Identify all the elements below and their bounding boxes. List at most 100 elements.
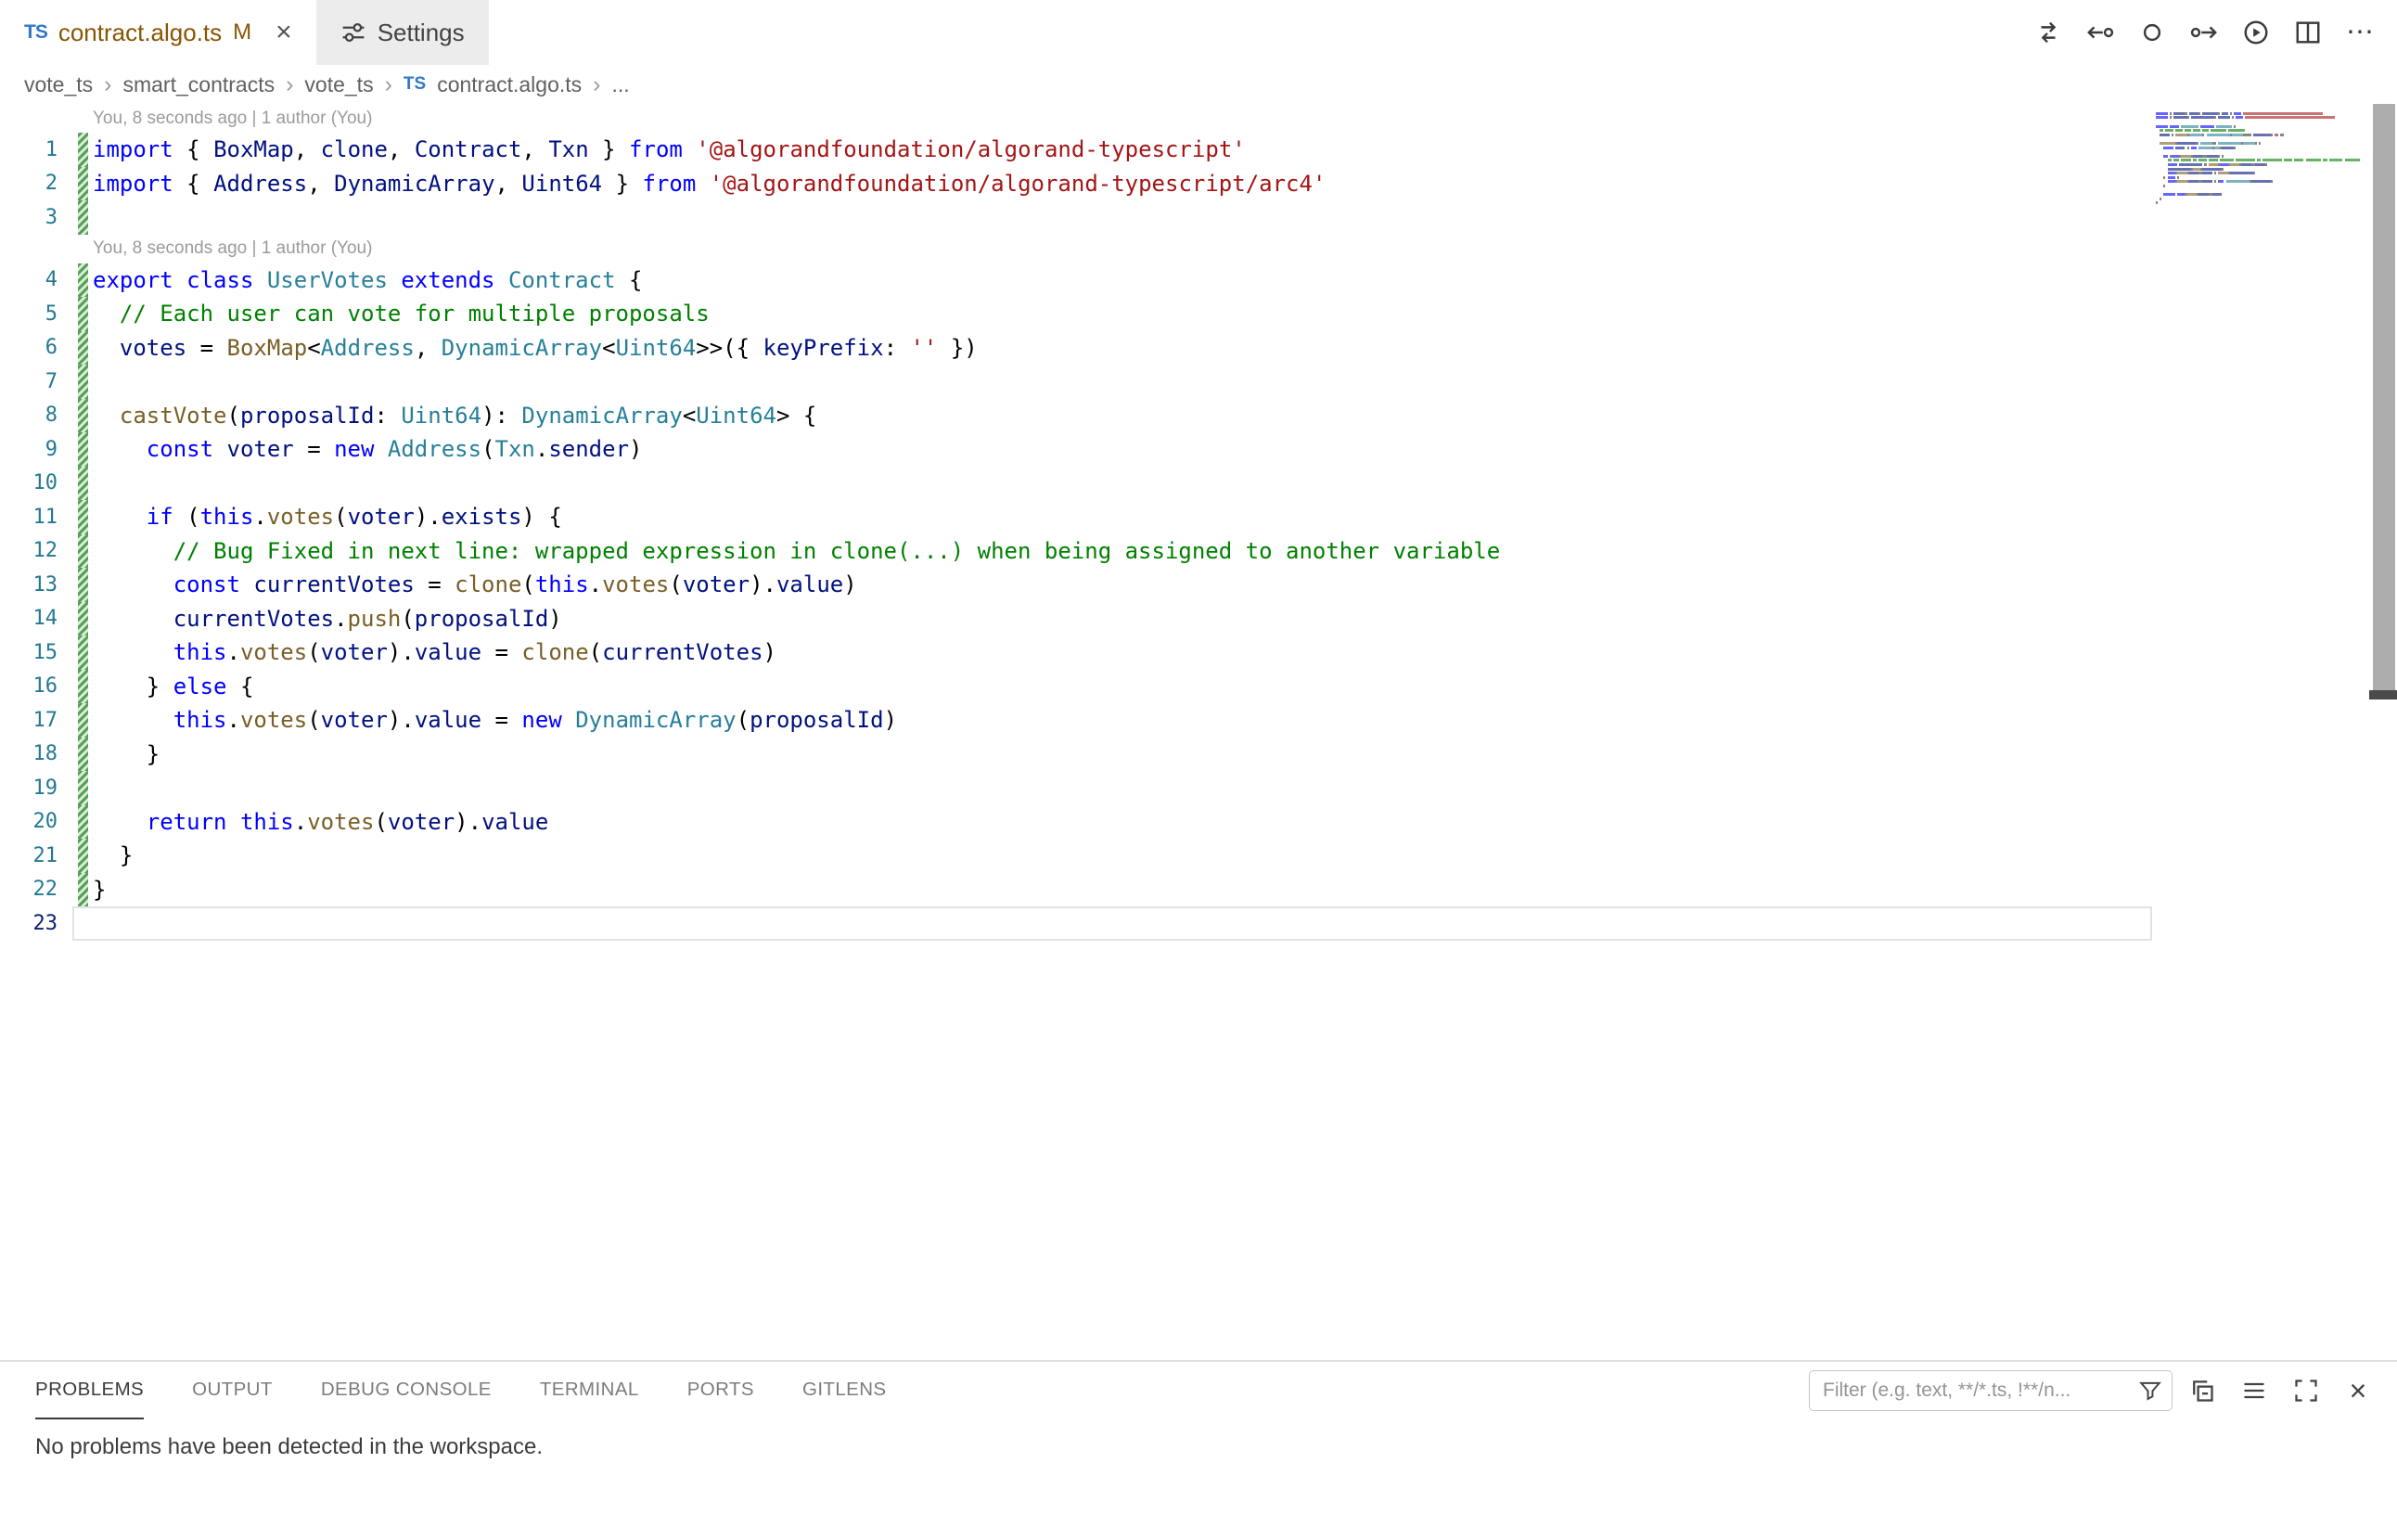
code-text[interactable]: this.votes(voter).value = new DynamicArr… (93, 703, 897, 738)
code-line[interactable]: 18 } (0, 738, 2397, 772)
line-number[interactable]: 5 (0, 302, 58, 326)
code-line[interactable]: 10 (0, 467, 2397, 501)
tab-settings[interactable]: Settings (316, 0, 489, 65)
code-text[interactable]: // Each user can vote for multiple propo… (93, 297, 710, 331)
code-text[interactable]: } else { (93, 670, 253, 704)
collapse-all-button[interactable] (2180, 1368, 2224, 1413)
changes-overview-button[interactable] (2130, 10, 2174, 55)
breadcrumb: vote_ts › smart_contracts › vote_ts › TS… (0, 65, 2397, 104)
line-number[interactable]: 14 (0, 607, 58, 630)
view-mode-button[interactable] (2232, 1368, 2276, 1413)
breadcrumb-item[interactable]: smart_contracts (122, 72, 275, 97)
breadcrumb-item-file[interactable]: contract.algo.ts (437, 72, 582, 97)
line-number[interactable]: 12 (0, 539, 58, 562)
line-number[interactable]: 3 (0, 206, 58, 229)
panel-tab-gitlens[interactable]: GITLENS (802, 1362, 887, 1419)
line-number[interactable]: 1 (0, 138, 58, 161)
problems-filter-input[interactable] (1823, 1380, 2138, 1402)
split-editor-button[interactable] (2286, 10, 2330, 55)
more-actions-button[interactable]: ⋯ (2338, 10, 2382, 55)
code-text[interactable]: } (93, 839, 133, 873)
code-text[interactable]: currentVotes.push(proposalId) (93, 602, 562, 636)
minimap[interactable] (2156, 111, 2369, 210)
git-added-gutter-bar (78, 873, 88, 907)
line-number[interactable]: 11 (0, 506, 58, 529)
close-tab-icon[interactable]: × (276, 19, 292, 46)
git-added-gutter-bar (78, 738, 88, 772)
code-text[interactable]: if (this.votes(voter).exists) { (93, 500, 562, 534)
line-number[interactable]: 13 (0, 573, 58, 597)
code-line[interactable]: 5 // Each user can vote for multiple pro… (0, 297, 2397, 331)
code-line[interactable]: 14 currentVotes.push(proposalId) (0, 602, 2397, 636)
code-line[interactable]: 19 (0, 771, 2397, 805)
code-line[interactable]: 7 (0, 365, 2397, 399)
editor[interactable]: You, 8 seconds ago | 1 author (You) 1 impo… (0, 104, 2397, 1360)
line-number[interactable]: 23 (0, 912, 58, 935)
code-text[interactable]: votes = BoxMap<Address, DynamicArray<Uin… (93, 331, 978, 366)
line-number[interactable]: 22 (0, 878, 58, 901)
code-line[interactable]: 3 (0, 200, 2397, 235)
gitlens-codelens[interactable]: You, 8 seconds ago | 1 author (You) (0, 104, 2397, 133)
run-icon (2242, 19, 2270, 46)
code-text[interactable]: const currentVotes = clone(this.votes(vo… (93, 568, 857, 602)
line-number[interactable]: 19 (0, 776, 58, 800)
line-number[interactable]: 7 (0, 370, 58, 393)
line-number[interactable]: 15 (0, 641, 58, 664)
line-number[interactable]: 4 (0, 268, 58, 291)
code-text[interactable]: } (93, 873, 106, 907)
breadcrumb-item-symbol[interactable]: ... (611, 72, 629, 97)
run-or-debug-button[interactable] (2234, 10, 2278, 55)
line-number[interactable]: 17 (0, 709, 58, 732)
panel-tab-output[interactable]: OUTPUT (192, 1362, 273, 1419)
code-line[interactable]: 22} (0, 873, 2397, 907)
code-line[interactable]: 9 const voter = new Address(Txn.sender) (0, 432, 2397, 467)
code-line[interactable]: 21 } (0, 839, 2397, 873)
next-change-button[interactable] (2182, 10, 2226, 55)
code-line[interactable]: 17 this.votes(voter).value = new Dynamic… (0, 703, 2397, 738)
tab-contract-algo-ts[interactable]: TS contract.algo.ts M × (0, 0, 316, 65)
code-line[interactable]: 16 } else { (0, 670, 2397, 704)
code-line[interactable]: 6 votes = BoxMap<Address, DynamicArray<U… (0, 331, 2397, 366)
line-number[interactable]: 21 (0, 844, 58, 867)
maximize-panel-button[interactable] (2284, 1368, 2328, 1413)
code-text[interactable]: import { BoxMap, clone, Contract, Txn } … (93, 133, 1246, 167)
code-line[interactable]: 11 if (this.votes(voter).exists) { (0, 500, 2397, 534)
compare-changes-button[interactable] (2026, 10, 2070, 55)
code-line[interactable]: 13 const currentVotes = clone(this.votes… (0, 568, 2397, 602)
line-number[interactable]: 6 (0, 336, 58, 359)
code-line[interactable]: 4 export class UserVotes extends Contract… (0, 263, 2397, 298)
code-line[interactable]: 2 import { Address, DynamicArray, Uint64 … (0, 167, 2397, 201)
code-line[interactable]: 8 castVote(proposalId: Uint64): DynamicA… (0, 399, 2397, 433)
code-text[interactable]: // Bug Fixed in next line: wrapped expre… (93, 534, 1500, 569)
code-line[interactable]: 1 import { BoxMap, clone, Contract, Txn }… (0, 133, 2397, 167)
code-text[interactable]: } (93, 738, 160, 772)
panel-tab-terminal[interactable]: TERMINAL (540, 1362, 639, 1419)
previous-change-button[interactable] (2078, 10, 2122, 55)
line-number[interactable]: 18 (0, 742, 58, 765)
breadcrumb-item[interactable]: vote_ts (304, 72, 373, 97)
line-number[interactable]: 8 (0, 404, 58, 427)
code-line[interactable]: 12 // Bug Fixed in next line: wrapped ex… (0, 534, 2397, 569)
close-panel-button[interactable]: × (2336, 1368, 2380, 1413)
line-number[interactable]: 9 (0, 438, 58, 461)
line-number[interactable]: 16 (0, 674, 58, 698)
code-line[interactable]: 23 (0, 906, 2397, 941)
editor-scrollbar[interactable] (2373, 104, 2395, 690)
breadcrumb-item[interactable]: vote_ts (24, 72, 93, 97)
line-number[interactable]: 2 (0, 172, 58, 195)
panel-tab-problems[interactable]: PROBLEMS (35, 1362, 144, 1419)
gutter-decoration (58, 568, 93, 602)
code-text[interactable]: import { Address, DynamicArray, Uint64 }… (93, 167, 1326, 201)
code-line[interactable]: 20 return this.votes(voter).value (0, 805, 2397, 840)
code-text[interactable]: castVote(proposalId: Uint64): DynamicArr… (93, 399, 816, 433)
line-number[interactable]: 20 (0, 810, 58, 833)
line-number[interactable]: 10 (0, 471, 58, 494)
code-line[interactable]: 15 this.votes(voter).value = clone(curre… (0, 635, 2397, 670)
code-text[interactable]: const voter = new Address(Txn.sender) (93, 432, 642, 467)
code-text[interactable]: return this.votes(voter).value (93, 805, 548, 840)
gitlens-codelens[interactable]: You, 8 seconds ago | 1 author (You) (0, 235, 2397, 263)
code-text[interactable]: export class UserVotes extends Contract … (93, 263, 642, 298)
panel-tab-debug-console[interactable]: DEBUG CONSOLE (321, 1362, 492, 1419)
panel-tab-ports[interactable]: PORTS (687, 1362, 754, 1419)
code-text[interactable]: this.votes(voter).value = clone(currentV… (93, 635, 776, 670)
